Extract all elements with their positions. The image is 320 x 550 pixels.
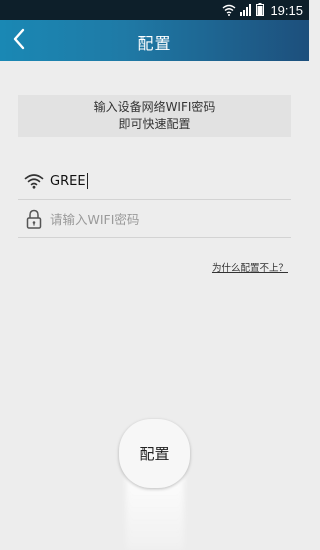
instruction-line-1: 输入设备网络WIFI密码: [93, 100, 216, 114]
wifi-icon: [18, 173, 50, 189]
instruction-box: 输入设备网络WIFI密码 即可快速配置: [18, 95, 291, 137]
page-title: 配置: [137, 34, 172, 53]
password-input[interactable]: [50, 211, 280, 227]
status-bar: 19:15: [0, 0, 309, 20]
wifi-icon: [222, 1, 236, 20]
lock-icon: [18, 209, 50, 229]
title-bar: 配置: [0, 20, 309, 61]
password-field[interactable]: [18, 201, 291, 238]
wifi-config-screen: 19:15 配置 输入设备网络WIFI密码 即可快速配置 GREE 为什么配置不…: [0, 0, 309, 550]
text-cursor: [86, 173, 88, 189]
ssid-value: GREE: [50, 173, 86, 189]
ssid-field[interactable]: GREE: [18, 163, 291, 200]
battery-icon: [256, 1, 265, 20]
config-button[interactable]: 配置: [119, 419, 190, 488]
status-time: 19:15: [270, 2, 303, 18]
instruction-line-2: 即可快速配置: [118, 117, 191, 131]
status-icons: 19:15: [222, 2, 303, 18]
why-config-fails-link[interactable]: 为什么配置不上？: [212, 260, 288, 274]
signal-icon: [240, 1, 252, 20]
